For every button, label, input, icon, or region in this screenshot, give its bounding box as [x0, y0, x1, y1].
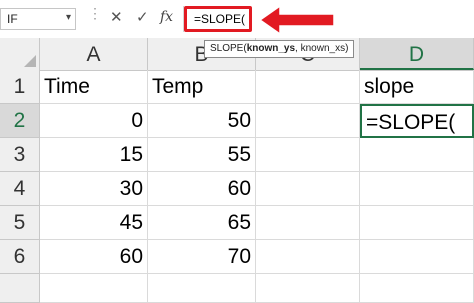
cell-a5[interactable]: 45: [40, 206, 148, 240]
formula-text[interactable]: =SLOPE(: [194, 12, 245, 26]
cell-d4[interactable]: [360, 172, 474, 206]
cell-c6[interactable]: [256, 240, 360, 274]
cell-d6[interactable]: [360, 240, 474, 274]
cell-a4[interactable]: 30: [40, 172, 148, 206]
cell-a6[interactable]: 60: [40, 240, 148, 274]
cell-b4[interactable]: 60: [148, 172, 256, 206]
enter-icon[interactable]: ✓: [136, 8, 149, 26]
cell-d7[interactable]: [360, 274, 474, 303]
cell-d3[interactable]: [360, 138, 474, 172]
cell-c4[interactable]: [256, 172, 360, 206]
name-box[interactable]: IF ▾: [0, 8, 76, 30]
cell-a3[interactable]: 15: [40, 138, 148, 172]
cell-b2[interactable]: 50: [148, 104, 256, 138]
grip-icon: ⋮: [88, 5, 102, 21]
cell-c3[interactable]: [256, 138, 360, 172]
chevron-down-icon[interactable]: ▾: [66, 12, 71, 23]
cell-c1[interactable]: [256, 70, 360, 104]
row-header-1[interactable]: 1: [0, 70, 40, 104]
tooltip-func: SLOPE(: [210, 43, 247, 54]
formula-bar: IF ▾ ⋮ ✕ ✓ fx =SLOPE(: [0, 0, 474, 39]
row-header-7[interactable]: [0, 274, 40, 303]
cell-b7[interactable]: [148, 274, 256, 303]
row-header-4[interactable]: 4: [0, 172, 40, 206]
column-header-d[interactable]: D: [360, 38, 474, 70]
tooltip-arg-known-ys[interactable]: known_ys: [247, 43, 295, 54]
cell-d1[interactable]: slope: [360, 70, 474, 104]
tooltip-arg-known-xs[interactable]: known_xs: [301, 43, 345, 54]
cancel-icon[interactable]: ✕: [110, 8, 123, 26]
row-header-3[interactable]: 3: [0, 138, 40, 172]
cell-b1[interactable]: Temp: [148, 70, 256, 104]
cell-d5[interactable]: [360, 206, 474, 240]
cell-b3[interactable]: 55: [148, 138, 256, 172]
select-all-button[interactable]: [0, 38, 40, 70]
cell-a2[interactable]: 0: [40, 104, 148, 138]
cell-d2[interactable]: =SLOPE(: [360, 104, 474, 138]
column-header-a[interactable]: A: [40, 38, 148, 70]
row-header-6[interactable]: 6: [0, 240, 40, 274]
cell-a7[interactable]: [40, 274, 148, 303]
cell-c2[interactable]: [256, 104, 360, 138]
cell-c5[interactable]: [256, 206, 360, 240]
function-tooltip: SLOPE(known_ys, known_xs): [204, 40, 355, 58]
name-box-value: IF: [7, 12, 18, 26]
tooltip-close: ): [345, 43, 349, 54]
red-arrow-icon: [258, 4, 335, 36]
row-header-5[interactable]: 5: [0, 206, 40, 240]
insert-function-icon[interactable]: fx: [160, 9, 173, 25]
cell-b6[interactable]: 70: [148, 240, 256, 274]
row-header-2[interactable]: 2: [0, 104, 40, 138]
cell-c7[interactable]: [256, 274, 360, 303]
cell-b5[interactable]: 65: [148, 206, 256, 240]
cell-a1[interactable]: Time: [40, 70, 148, 104]
